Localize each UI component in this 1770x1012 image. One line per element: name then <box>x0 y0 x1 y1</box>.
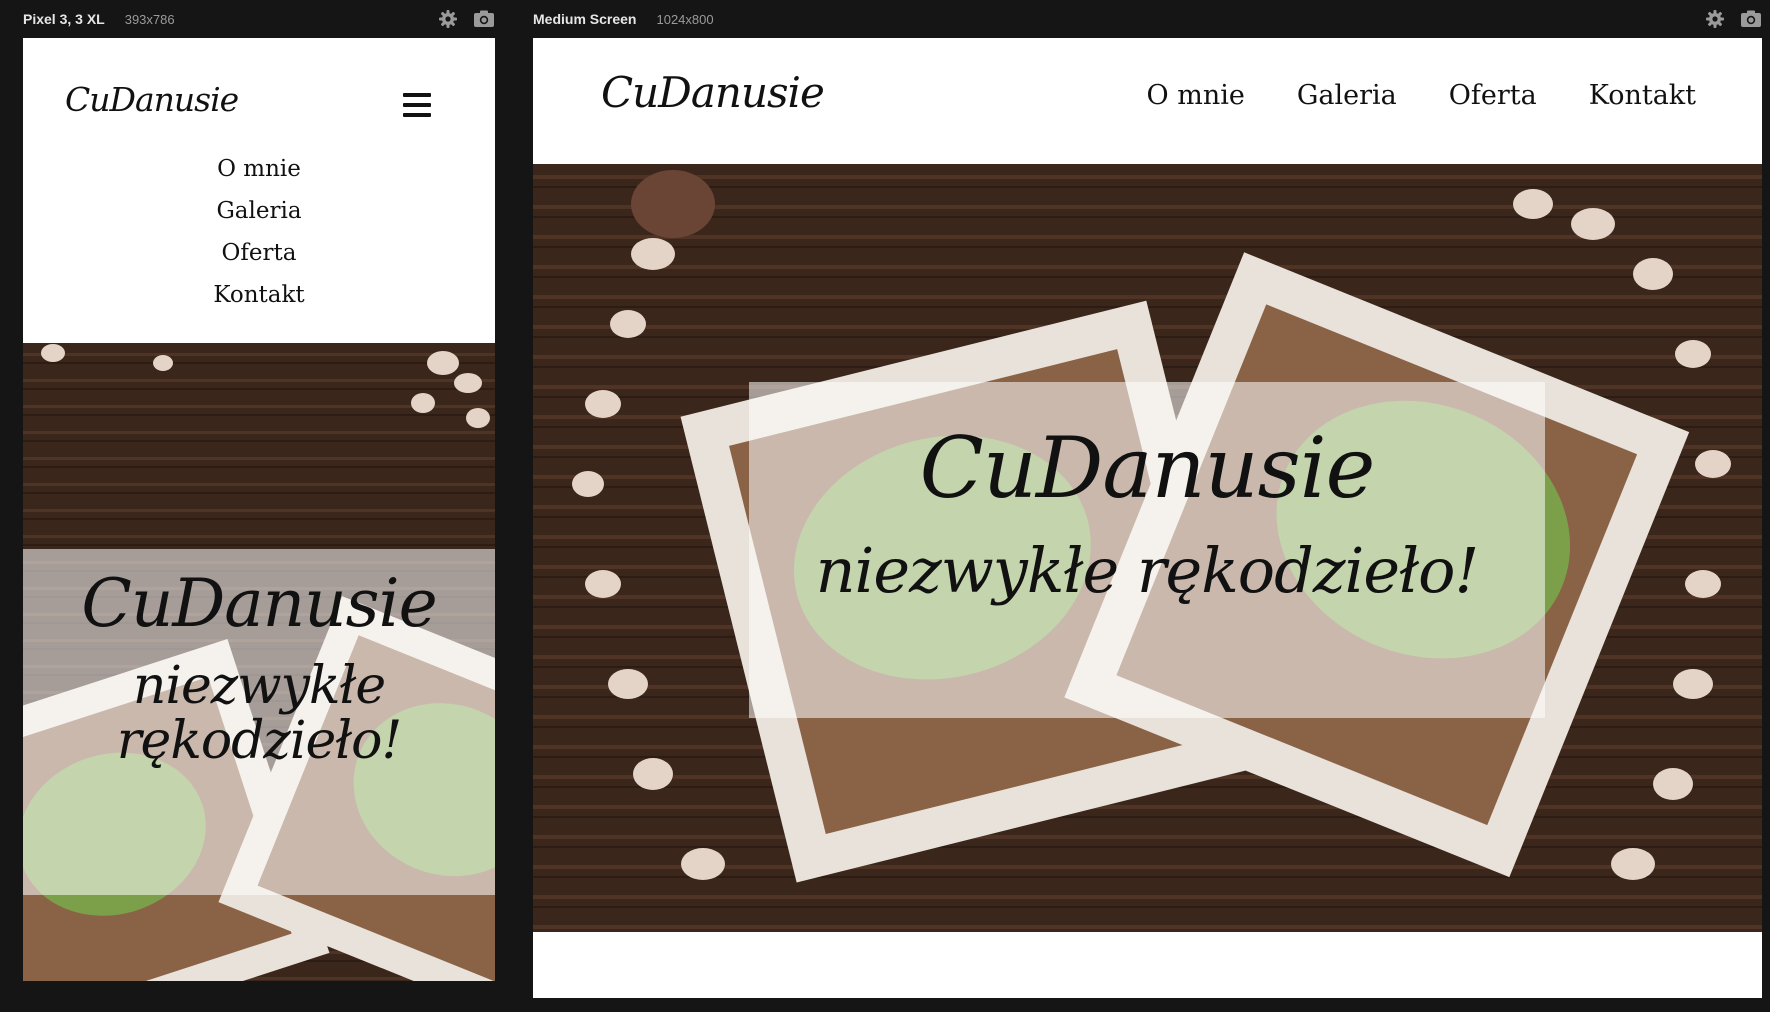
mobile-device-size: 393x786 <box>124 11 175 27</box>
desktop-hero-band: CuDanusie niezwykłe rękodzieło! <box>749 382 1545 718</box>
nav-link-o-mnie[interactable]: O mnie <box>1147 80 1245 111</box>
desktop-logo[interactable]: CuDanusie <box>601 68 825 117</box>
camera-icon[interactable] <box>1740 8 1762 30</box>
desktop-preview: CuDanusie O mnie Galeria Oferta Kontakt <box>533 38 1762 998</box>
desktop-device-name: Medium Screen <box>533 11 637 27</box>
nav-link-galeria[interactable]: Galeria <box>1297 80 1397 111</box>
gear-icon[interactable] <box>1704 8 1726 30</box>
mobile-logo[interactable]: CuDanusie <box>65 80 239 119</box>
mobile-panel-bar: Pixel 3, 3 XL 393x786 <box>23 0 495 38</box>
desktop-header: CuDanusie O mnie Galeria Oferta Kontakt <box>533 38 1762 164</box>
mobile-hero-band: CuDanusie niezwykłe rękodzieło! <box>23 549 495 895</box>
mobile-header: CuDanusie O mnie Galeria Oferta Kontakt <box>23 38 495 343</box>
desktop-footer-area <box>533 932 1762 998</box>
desktop-device-size: 1024x800 <box>656 11 714 27</box>
desktop-hero: CuDanusie niezwykłe rękodzieło! <box>533 164 1762 932</box>
desktop-nav: O mnie Galeria Oferta Kontakt <box>1147 80 1696 111</box>
nav-link-oferta[interactable]: Oferta <box>23 232 495 274</box>
nav-link-oferta[interactable]: Oferta <box>1449 80 1537 111</box>
nav-link-galeria[interactable]: Galeria <box>23 190 495 232</box>
mobile-hero-title: CuDanusie <box>81 565 437 642</box>
mobile-nav: O mnie Galeria Oferta Kontakt <box>23 148 495 316</box>
mobile-hero-subtitle: niezwykłe rękodzieło! <box>116 656 403 771</box>
desktop-panel-bar: Medium Screen 1024x800 <box>533 0 1762 38</box>
mobile-hero: CuDanusie niezwykłe rękodzieło! <box>23 343 495 981</box>
nav-link-kontakt[interactable]: Kontakt <box>1589 80 1696 111</box>
mobile-preview: CuDanusie O mnie Galeria Oferta Kontakt <box>23 38 495 981</box>
camera-icon[interactable] <box>473 8 495 30</box>
nav-link-kontakt[interactable]: Kontakt <box>23 274 495 316</box>
desktop-hero-subtitle: niezwykłe rękodzieło! <box>815 534 1480 607</box>
mobile-device-name: Pixel 3, 3 XL <box>23 11 105 27</box>
nav-link-o-mnie[interactable]: O mnie <box>23 148 495 190</box>
gear-icon[interactable] <box>437 8 459 30</box>
desktop-hero-title: CuDanusie <box>919 419 1376 517</box>
hamburger-menu-icon[interactable] <box>403 93 431 117</box>
